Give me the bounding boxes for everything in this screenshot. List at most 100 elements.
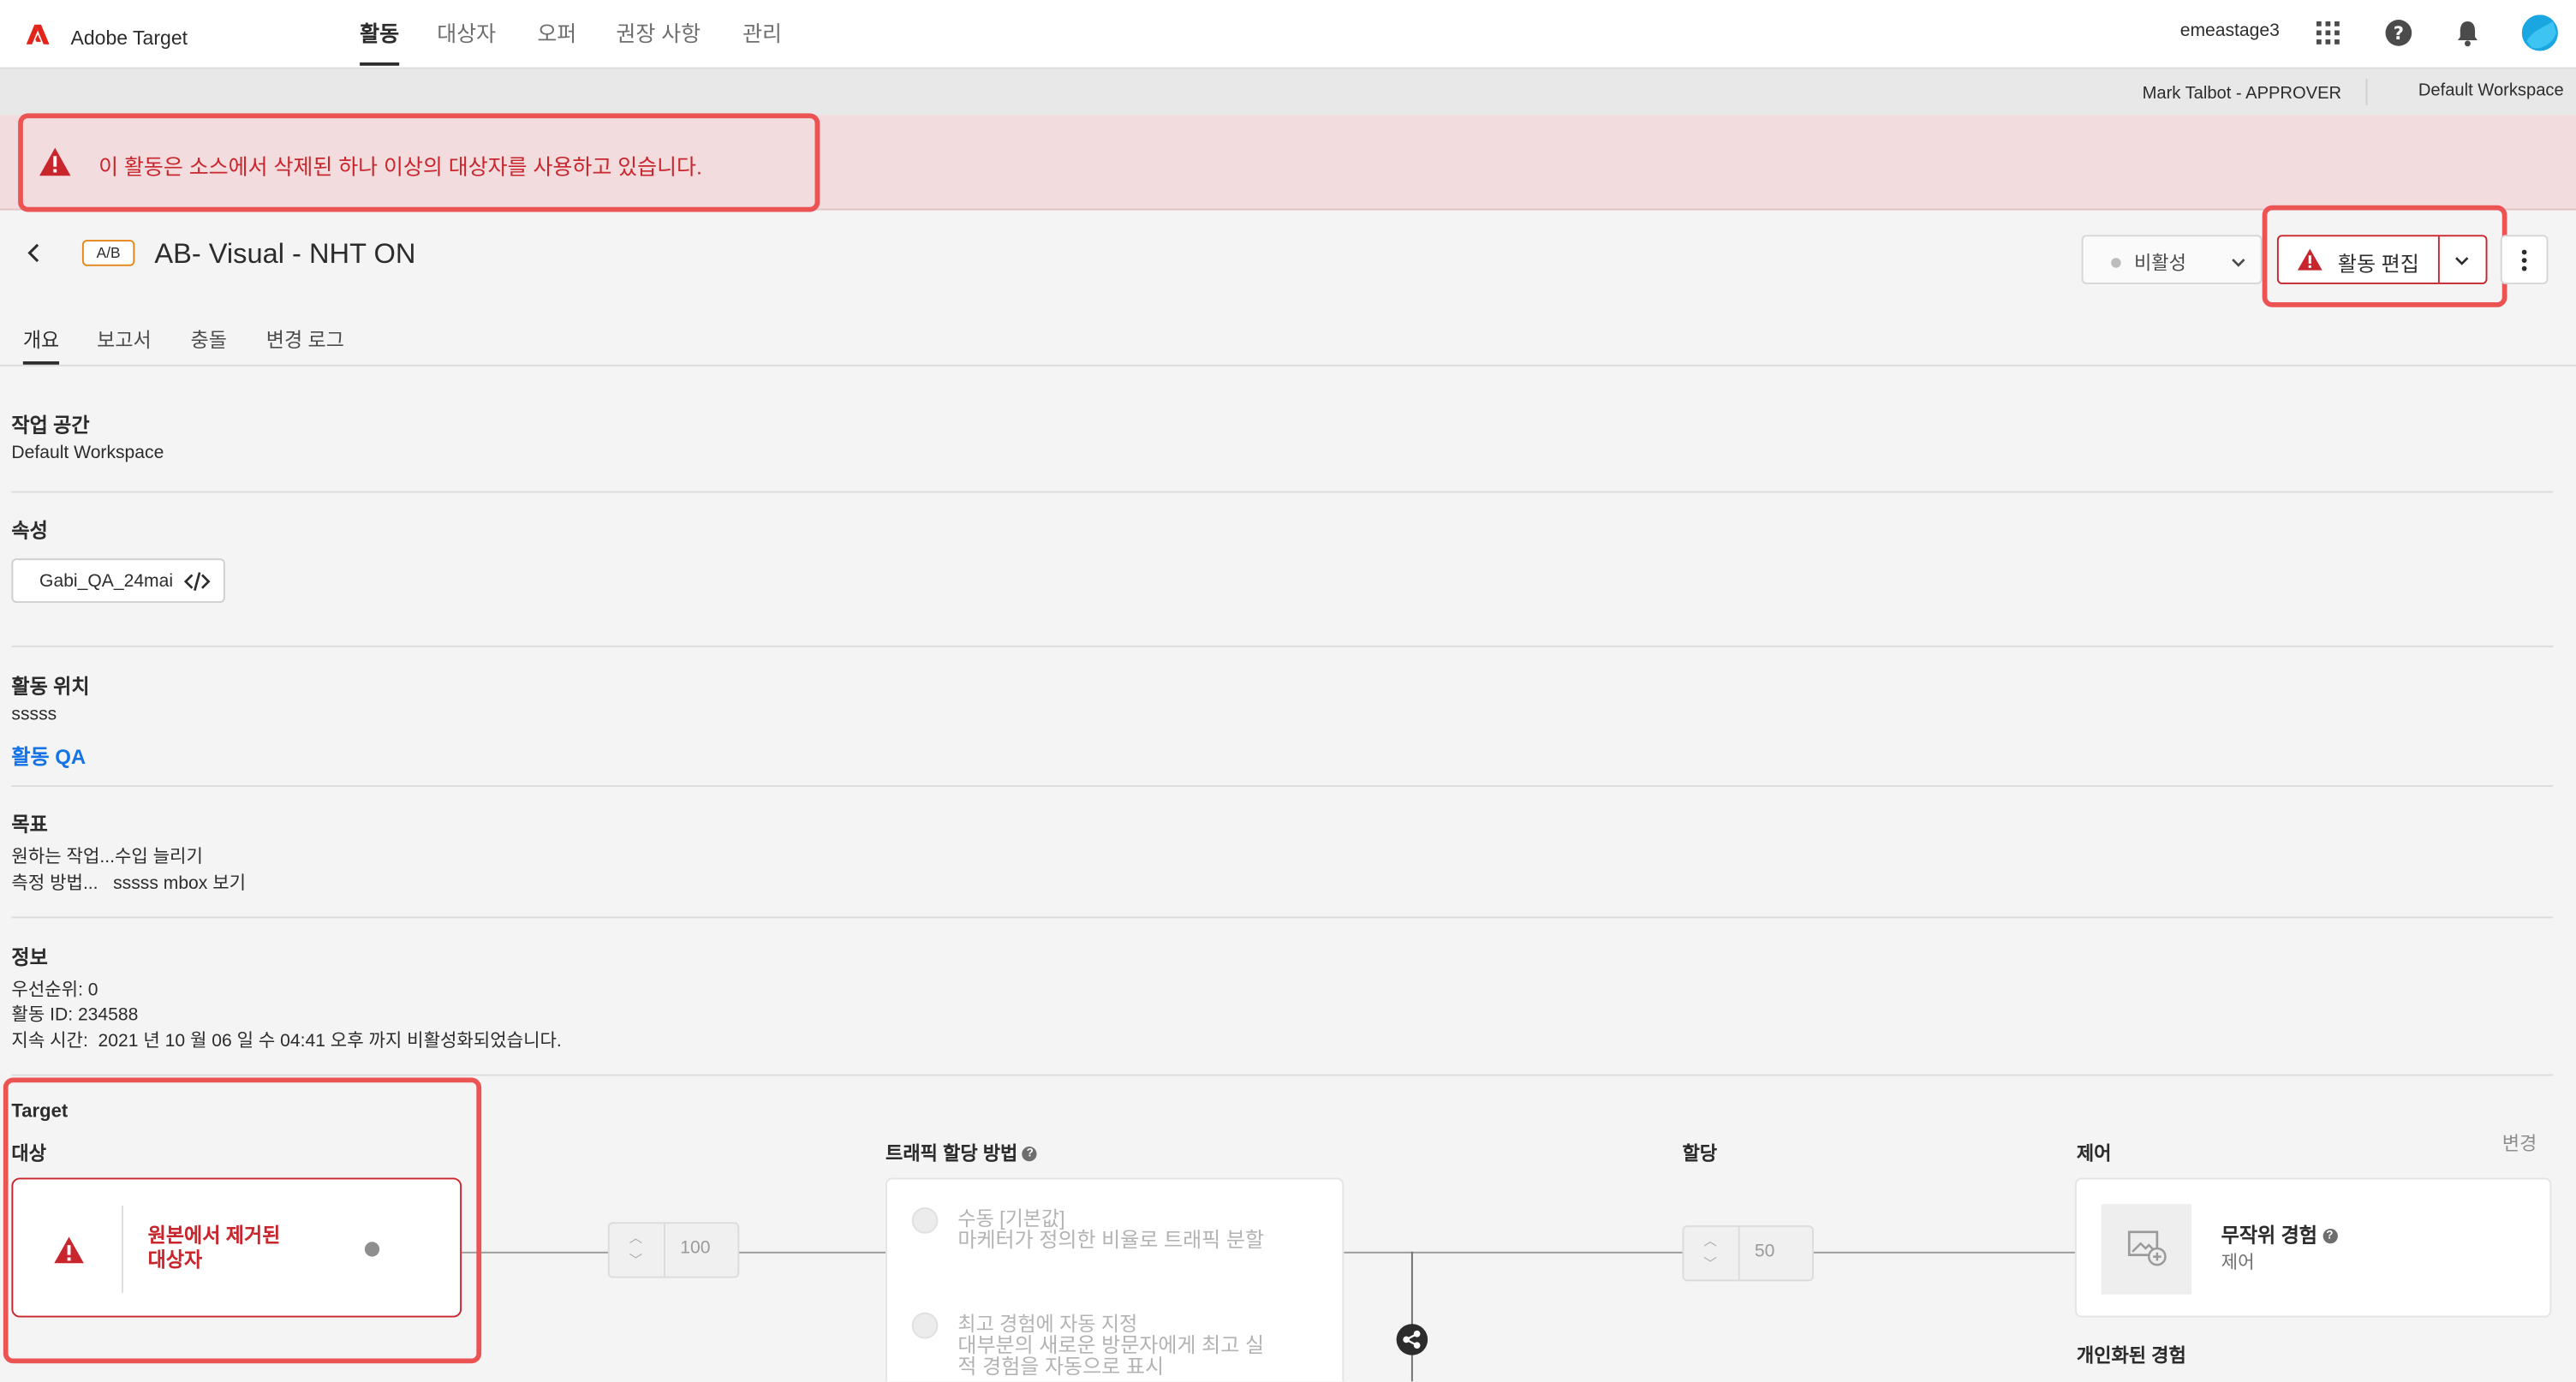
decrement-icon[interactable]: ﹀ xyxy=(1703,1255,1716,1273)
help-icon[interactable]: ? xyxy=(2322,1229,2338,1244)
allocation-stepper[interactable]: ︿ ﹀ 50 xyxy=(1682,1225,1814,1282)
nav-tab-activities[interactable]: 활동 xyxy=(360,16,400,66)
location-heading: 활동 위치 xyxy=(11,675,90,699)
stepper-arrows: ︿ ﹀ xyxy=(1684,1227,1740,1280)
apps-grid-icon[interactable] xyxy=(2313,18,2343,48)
nav-tab-recommendations[interactable]: 권장 사항 xyxy=(616,16,701,66)
option-manual-desc: 마케터가 정의한 비율로 트래픽 분할 xyxy=(957,1228,1265,1252)
traffic-allocation-card: 수동 [기본값] 마케터가 정의한 비율로 트래픽 분할 최고 경험에 자동 지… xyxy=(886,1177,1345,1382)
tab-reports[interactable]: 보고서 xyxy=(97,325,152,365)
removed-audience-line1: 원본에서 제거된 xyxy=(147,1224,281,1248)
nav-tab-offers[interactable]: 오퍼 xyxy=(537,16,576,66)
split-divider xyxy=(2437,236,2440,283)
info-heading: 정보 xyxy=(11,945,48,969)
tabs-divider xyxy=(0,364,2576,366)
divider xyxy=(2365,79,2368,105)
increment-icon[interactable]: ︿ xyxy=(629,1229,642,1247)
target-heading: Target xyxy=(11,1102,69,1123)
nav-tab-audiences[interactable]: 대상자 xyxy=(437,16,496,66)
dot xyxy=(2521,265,2527,271)
duration: 지속 시간: 2021 년 10 월 06 일 수 04:41 오후 까지 비활… xyxy=(11,1031,562,1051)
control-title-label: 무작위 경험 xyxy=(2221,1224,2317,1248)
connector xyxy=(1410,1251,1413,1382)
property-heading: 속성 xyxy=(11,519,48,543)
audience-percent-value: 100 xyxy=(680,1238,711,1259)
svg-text:?: ? xyxy=(2394,22,2404,44)
warning-icon xyxy=(39,147,71,176)
warning-icon xyxy=(2297,248,2323,271)
chevron-down-icon xyxy=(2232,259,2245,267)
option-auto-desc-line1: 대부분의 새로운 방문자에게 최고 실 xyxy=(957,1333,1265,1357)
location-link[interactable]: 활동 QA xyxy=(11,739,86,770)
stepper-arrows: ︿ ﹀ xyxy=(610,1224,665,1277)
tab-overview[interactable]: 개요 xyxy=(22,325,60,365)
activity-title: AB- Visual - NHT ON xyxy=(154,238,416,270)
tab-conflicts[interactable]: 충돌 xyxy=(191,325,227,365)
workspace-selector[interactable]: Default Workspace xyxy=(2418,80,2564,100)
edit-activity-label: 활동 편집 xyxy=(2337,253,2419,277)
control-title: 무작위 경험? xyxy=(2221,1220,2338,1248)
warning-icon xyxy=(54,1236,84,1264)
property-value: Gabi_QA_24mai xyxy=(39,571,174,592)
deleted-audience-alert: 이 활동은 소스에서 삭제된 하나 이상의 대상자를 사용하고 있습니다. xyxy=(0,115,2576,211)
status-dropdown[interactable]: 비활성 xyxy=(2081,235,2263,284)
radio-manual[interactable] xyxy=(911,1207,939,1234)
allocation-heading: 할당 xyxy=(1682,1145,1718,1165)
divider xyxy=(11,491,2554,493)
experience-thumbnail xyxy=(2101,1204,2192,1295)
tab-change-log[interactable]: 변경 로그 xyxy=(266,325,344,365)
personalized-heading: 개인화된 경험 xyxy=(2076,1347,2186,1367)
goal-heading: 목표 xyxy=(11,813,48,837)
removed-audience-label: 원본에서 제거된 대상자 xyxy=(148,1224,281,1273)
control-heading: 제어 xyxy=(2076,1145,2112,1165)
org-switcher[interactable]: emeastage3 xyxy=(2180,21,2280,41)
help-icon[interactable]: ? xyxy=(1023,1147,1038,1163)
traffic-heading-label: 트래픽 할당 방법 xyxy=(886,1145,1018,1165)
divider xyxy=(11,916,2554,919)
removed-audience-line2: 대상자 xyxy=(147,1248,203,1272)
more-vertical-icon[interactable] xyxy=(2500,235,2549,284)
top-bar: Adobe Target 활동 대상자 오퍼 권장 사항 관리 emeastag… xyxy=(0,0,2576,69)
back-chevron-icon[interactable] xyxy=(23,240,46,266)
chevron-down-icon[interactable] xyxy=(2454,256,2469,266)
location-value: sssss xyxy=(11,704,57,725)
workspace-heading: 작업 공간 xyxy=(11,414,90,438)
info-icon[interactable] xyxy=(364,1242,380,1257)
allocation-value: 50 xyxy=(1754,1242,1775,1262)
app-root: Adobe Target 활동 대상자 오퍼 권장 사항 관리 emeastag… xyxy=(0,0,2576,1382)
control-experience-card[interactable]: 무작위 경험? 제어 xyxy=(2074,1177,2552,1318)
app-title[interactable]: Adobe Target xyxy=(70,27,188,50)
workspace-bar: Mark Talbot - APPROVER Default Workspace xyxy=(0,69,2576,116)
audience-percent-stepper[interactable]: ︿ ﹀ 100 xyxy=(607,1222,740,1278)
removed-audience-card[interactable]: 원본에서 제거된 대상자 xyxy=(11,1177,462,1318)
user-role: Mark Talbot - APPROVER xyxy=(2142,83,2342,104)
control-subtitle: 제어 xyxy=(2221,1253,2255,1273)
divider xyxy=(121,1206,123,1293)
adobe-logo-icon[interactable] xyxy=(26,23,50,46)
dot xyxy=(2521,258,2527,263)
dot xyxy=(2521,249,2527,255)
nav-tab-admin[interactable]: 관리 xyxy=(742,16,782,66)
status-dot xyxy=(2111,258,2121,268)
workspace-value: Default Workspace xyxy=(11,443,164,463)
image-add-icon xyxy=(2127,1230,2167,1266)
property-chip[interactable]: Gabi_QA_24mai xyxy=(11,558,225,604)
connector xyxy=(462,1251,610,1254)
help-icon[interactable]: ? xyxy=(2384,18,2414,48)
alert-message: 이 활동은 소스에서 삭제된 하나 이상의 대상자를 사용하고 있습니다. xyxy=(98,154,702,180)
edit-activity-button[interactable]: 활동 편집 xyxy=(2276,235,2488,284)
divider xyxy=(11,1074,2554,1076)
share-icon[interactable] xyxy=(1396,1324,1428,1355)
activity-id: 활동 ID: 234588 xyxy=(11,1005,139,1026)
avatar-icon[interactable] xyxy=(2521,15,2558,51)
bell-icon[interactable] xyxy=(2453,18,2483,48)
status-label: 비활성 xyxy=(2134,254,2186,275)
code-icon xyxy=(183,572,211,592)
divider xyxy=(11,645,2554,647)
change-link[interactable]: 변경 xyxy=(2502,1130,2537,1157)
goal-line1: 원하는 작업...수입 늘리기 xyxy=(11,847,203,867)
radio-auto[interactable] xyxy=(911,1312,939,1339)
decrement-icon[interactable]: ﹀ xyxy=(629,1252,642,1270)
option-auto-desc-line2: 적 경험을 자동으로 표시 xyxy=(957,1355,1165,1379)
increment-icon[interactable]: ︿ xyxy=(1703,1232,1716,1250)
